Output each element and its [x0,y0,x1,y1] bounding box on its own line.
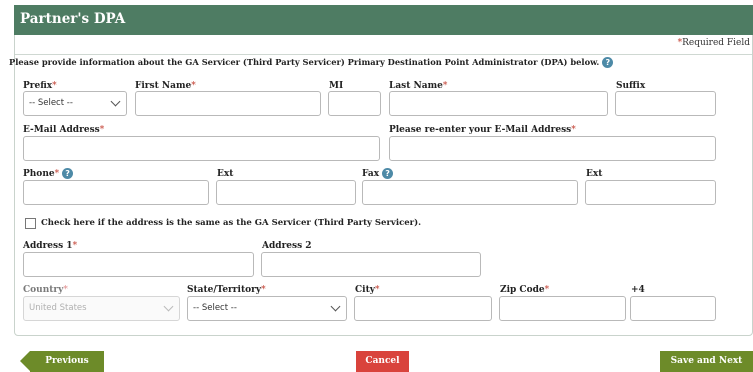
prefix-label: Prefix* [23,81,57,91]
suffix-label: Suffix [616,81,646,91]
chevron-down-icon [330,301,341,312]
city-label: City* [355,285,380,295]
last-name-label: Last Name* [389,81,448,91]
help-icon[interactable]: ? [602,57,614,68]
required-field-text: Required Field [682,38,750,48]
phone-label: Phone*? [23,168,74,179]
prefix-select[interactable]: -- Select -- [23,91,127,116]
city-input[interactable] [354,296,492,321]
same-address-label: Check here if the address is the same as… [41,218,422,228]
address2-label: Address 2 [262,241,312,251]
state-select[interactable]: -- Select -- [187,296,347,321]
state-label: State/Territory* [187,285,266,295]
address1-input[interactable] [23,252,254,277]
fax-label: Fax? [362,168,394,179]
same-address-checkbox[interactable] [25,218,36,229]
panel-title: Partner's DPA [14,5,753,35]
chevron-down-icon [163,301,174,312]
fax-ext-input[interactable] [585,180,716,205]
last-name-input[interactable] [389,91,608,116]
zip-input[interactable] [499,296,626,321]
first-name-label: First Name* [135,81,196,91]
intro-text-label: Please provide information about the GA … [9,57,600,67]
country-label: Country* [23,285,68,295]
email-input[interactable] [23,136,380,161]
previous-button[interactable]: Previous [20,351,104,372]
address2-input[interactable] [261,252,481,277]
mi-input[interactable] [328,91,381,116]
phone-ext-label: Ext [217,169,234,179]
prefix-select-value: -- Select -- [29,98,73,108]
fax-help-icon[interactable]: ? [382,168,394,179]
fax-ext-label: Ext [586,169,603,179]
fax-input[interactable] [362,180,578,205]
required-field-note: *Required Field [678,38,750,48]
intro-text: Please provide information about the GA … [9,57,614,68]
mi-label: MI [329,81,344,91]
header-divider [15,54,752,55]
zip4-label: +4 [631,285,645,295]
chevron-down-icon [110,96,121,107]
email-confirm-label: Please re-enter your E-Mail Address* [389,125,576,135]
phone-input[interactable] [23,180,209,205]
phone-help-icon[interactable]: ? [62,168,74,179]
cancel-button[interactable]: Cancel [356,351,409,372]
state-select-value: -- Select -- [193,303,237,313]
email-confirm-input[interactable] [389,136,716,161]
country-select-value: United States [29,303,87,313]
country-select: United States [23,296,180,321]
save-and-next-button[interactable]: Save and Next [660,351,753,372]
suffix-input[interactable] [615,91,716,116]
phone-ext-input[interactable] [216,180,356,205]
address1-label: Address 1* [23,241,78,251]
first-name-input[interactable] [135,91,321,116]
email-label: E-Mail Address* [23,125,105,135]
zip4-input[interactable] [630,296,716,321]
zip-label: Zip Code* [500,285,550,295]
